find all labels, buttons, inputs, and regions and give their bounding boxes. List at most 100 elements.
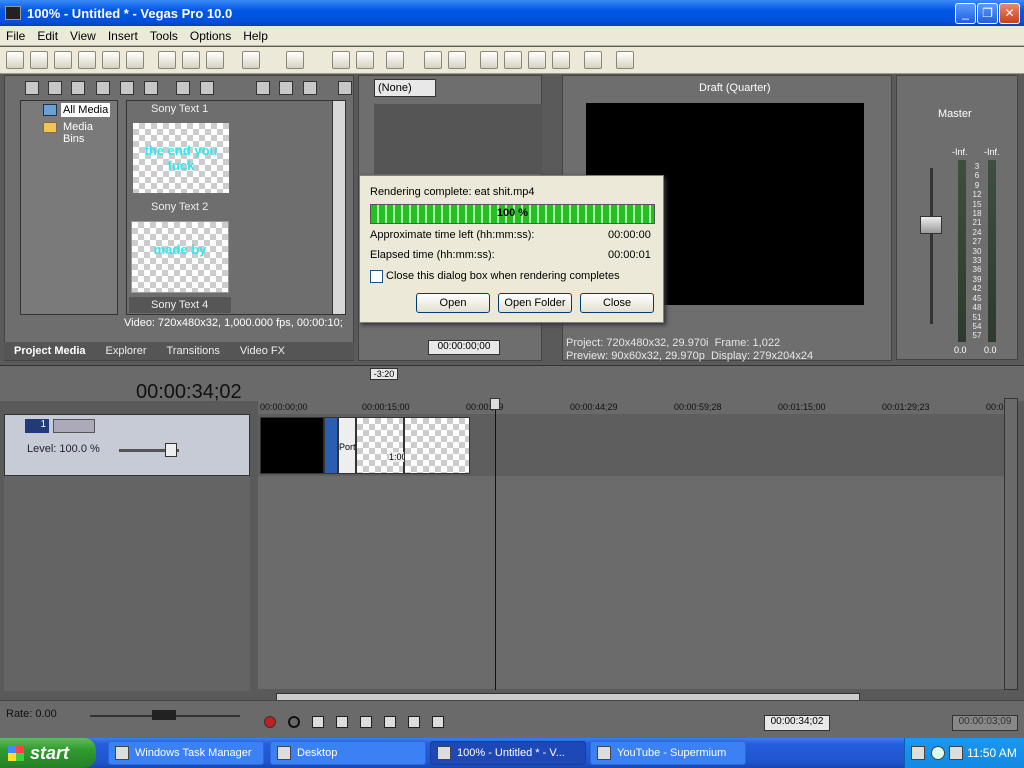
task-desktop[interactable]: Desktop [270,741,426,765]
pause-button[interactable] [360,716,372,728]
level-slider-handle[interactable] [165,443,177,457]
timeline-clip[interactable] [260,417,324,474]
task-label: Desktop [297,747,338,759]
preview-info-label: Preview: [566,350,609,362]
auto-preview-icon[interactable] [303,81,317,95]
record-button[interactable] [264,716,276,728]
media-tree: All Media Media Bins [20,100,118,315]
track-name-field[interactable] [53,419,95,433]
open-folder-button[interactable]: Open Folder [498,293,572,313]
import-media-icon[interactable] [25,81,39,95]
delete-icon[interactable] [176,81,190,95]
extract-audio-icon[interactable] [96,81,110,95]
close-when-done-checkbox[interactable] [370,270,383,283]
timeline-clip[interactable]: 1:00 [356,417,407,474]
media-properties-icon[interactable] [200,81,214,95]
save-as-icon[interactable] [78,51,96,69]
auto-crossfade-icon[interactable] [356,51,374,69]
rate-slider-handle[interactable] [152,710,176,720]
stop-button[interactable] [384,716,396,728]
timeline-clip[interactable] [404,417,470,474]
media-item-label: Sony Text 4 [151,299,209,311]
menu-file[interactable]: File [0,29,31,43]
media-item-label: Sony Text 1 [151,103,209,115]
menu-help[interactable]: Help [237,29,274,43]
ripple-edit-icon[interactable] [386,51,404,69]
timeline-vertical-scrollbar[interactable] [1004,398,1018,690]
remove-unused-icon[interactable] [120,81,134,95]
media-search-icon[interactable] [144,81,158,95]
tray-volume-icon[interactable] [949,746,963,760]
loop-playback-button[interactable] [288,716,300,728]
media-list-scrollbar[interactable] [332,100,346,315]
normal-edit-tool-icon[interactable] [480,51,498,69]
dialog-title: Rendering complete: eat shit.mp4 [370,186,535,198]
media-thumbnail[interactable]: the end you fuck [133,123,229,193]
play-icon[interactable] [256,81,270,95]
menu-edit[interactable]: Edit [31,29,64,43]
tab-transitions[interactable]: Transitions [157,345,230,357]
go-to-start-button[interactable] [408,716,420,728]
track-number: 1 [25,419,49,433]
timeline-clip[interactable]: Port [338,417,356,474]
capture-video-icon[interactable] [48,81,62,95]
maximize-button[interactable]: ❐ [977,3,998,24]
tab-project-media[interactable]: Project Media [4,345,96,357]
menu-insert[interactable]: Insert [102,29,144,43]
close-button[interactable]: ✕ [999,3,1020,24]
dialog-close-button[interactable]: Close [580,293,654,313]
new-icon[interactable] [6,51,24,69]
browser-icon [597,746,611,760]
zoom-edit-tool-icon[interactable] [552,51,570,69]
save-icon[interactable] [54,51,72,69]
task-vegas[interactable]: 100% - Untitled * - V... [430,741,586,765]
ignore-grouping-icon[interactable] [448,51,466,69]
preview-info-label: Display: [710,350,751,362]
menu-options[interactable]: Options [184,29,237,43]
master-fader-handle[interactable] [920,216,942,234]
media-thumbnail[interactable]: made by [131,221,229,293]
whats-this-help-icon[interactable] [616,51,634,69]
enable-snapping-icon[interactable] [332,51,350,69]
redo-icon[interactable] [286,51,304,69]
copy-icon[interactable] [182,51,200,69]
playhead-line [495,398,496,690]
start-button[interactable]: start [0,738,96,768]
properties-icon[interactable] [126,51,144,69]
preview-info-value: 279x204x24 [753,350,814,362]
tray-network-icon[interactable] [911,746,925,760]
open-icon[interactable] [30,51,48,69]
tree-media-bins[interactable]: Media Bins [63,121,117,145]
envelope-edit-tool-icon[interactable] [504,51,522,69]
minimize-button[interactable]: _ [955,3,976,24]
playhead-handle[interactable] [490,398,500,410]
selection-edit-tool-icon[interactable] [528,51,546,69]
selection-end-time: 00:00:03;09 [952,715,1018,731]
cut-icon[interactable] [158,51,176,69]
task-task-manager[interactable]: Windows Task Manager [108,741,264,765]
tab-video-fx[interactable]: Video FX [230,345,295,357]
go-to-end-button[interactable] [432,716,444,728]
preview-info-label: Frame: [714,337,750,349]
tree-all-media[interactable]: All Media [61,103,111,117]
paste-icon[interactable] [206,51,224,69]
render-progress-label: 100 % [496,207,529,219]
trimmer-dropdown[interactable]: (None) [374,79,436,97]
get-media-from-web-icon[interactable] [71,81,85,95]
play-button[interactable] [336,716,348,728]
play-from-start-button[interactable] [312,716,324,728]
render-icon[interactable] [102,51,120,69]
timeline-clip[interactable] [324,417,338,474]
tab-explorer[interactable]: Explorer [96,345,157,357]
eraser-icon[interactable] [584,51,602,69]
stop-icon[interactable] [279,81,293,95]
undo-icon[interactable] [242,51,260,69]
menu-tools[interactable]: Tools [144,29,184,43]
preview-quality[interactable]: Draft (Quarter) [699,82,771,94]
tray-expand-icon[interactable] [931,746,945,760]
panel-menu-icon[interactable] [338,81,352,95]
menu-view[interactable]: View [64,29,102,43]
task-youtube[interactable]: YouTube - Supermium [590,741,746,765]
open-button[interactable]: Open [416,293,490,313]
lock-envelopes-icon[interactable] [424,51,442,69]
